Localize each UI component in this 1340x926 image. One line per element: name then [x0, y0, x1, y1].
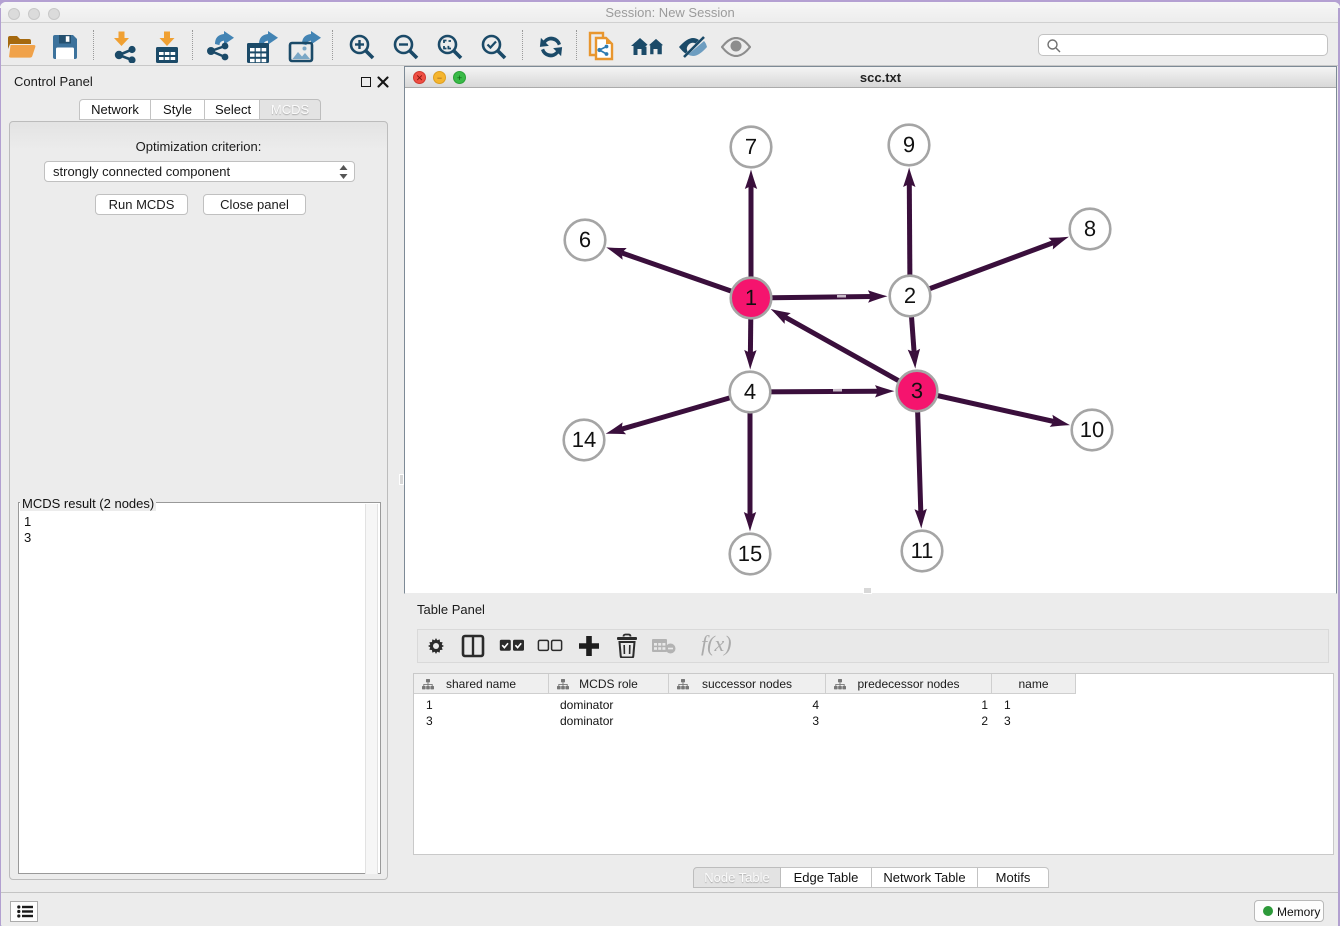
svg-text:11: 11 [911, 538, 934, 563]
svg-text:9: 9 [903, 132, 915, 157]
svg-text:6: 6 [579, 227, 591, 252]
svg-text:1: 1 [745, 285, 757, 310]
svg-text:2: 2 [904, 283, 916, 308]
svg-text:4: 4 [744, 379, 756, 404]
svg-text:14: 14 [572, 427, 596, 452]
svg-text:10: 10 [1080, 417, 1104, 442]
svg-text:8: 8 [1084, 216, 1096, 241]
svg-text:3: 3 [911, 378, 923, 403]
svg-text:15: 15 [738, 541, 762, 566]
svg-text:7: 7 [745, 134, 757, 159]
